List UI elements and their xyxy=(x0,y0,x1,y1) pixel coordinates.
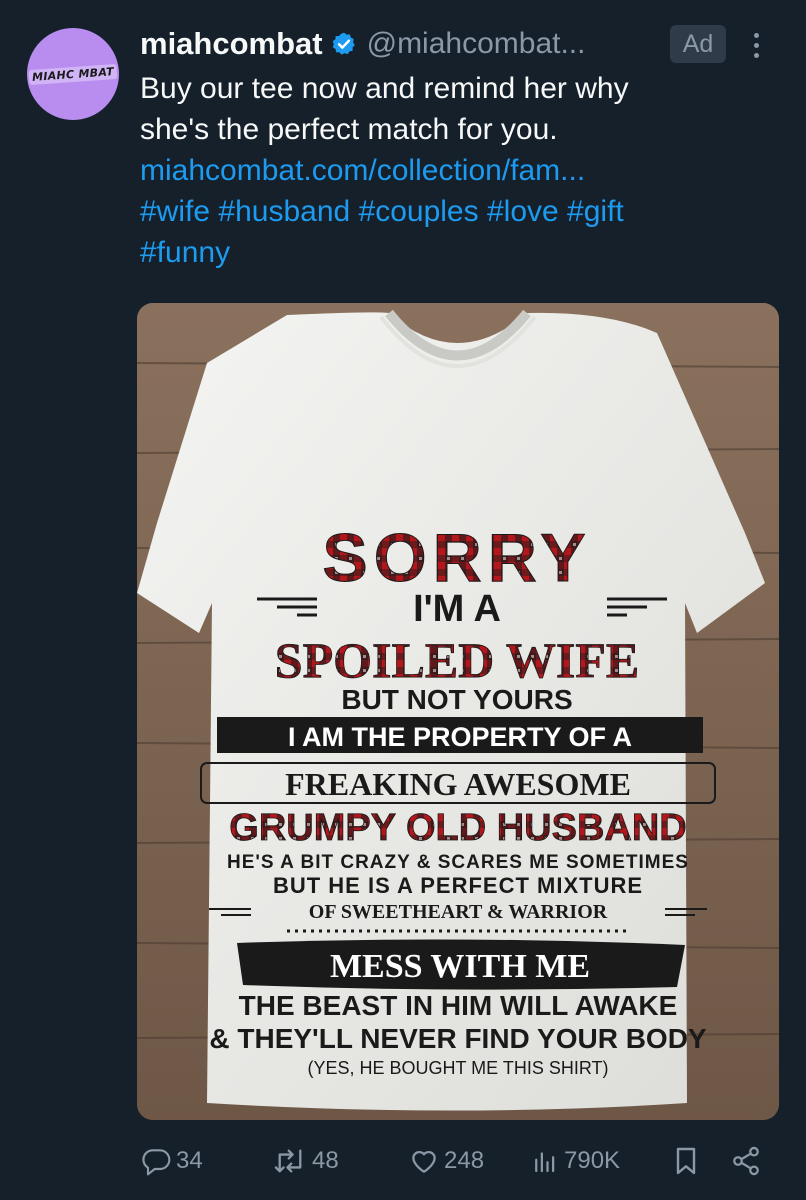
reply-button[interactable]: 34 xyxy=(140,1138,203,1184)
shirt-text-line: HE'S A BIT CRAZY & SCARES ME SOMETIMES xyxy=(227,852,689,873)
tweet-header: miahcombat @miahcombat... Ad xyxy=(140,22,786,66)
hashtag-link[interactable]: #couples xyxy=(359,195,479,228)
shirt-text-line: SORRY xyxy=(322,520,591,596)
bookmark-button[interactable] xyxy=(670,1138,702,1184)
tshirt-photo: SORRY I'M A SPOILED WIFE BUT NOT YOURS I… xyxy=(137,303,779,1120)
avatar-logo-text: MIAHC MBAT xyxy=(28,63,118,85)
shirt-text-line: (YES, HE BOUGHT ME THIS SHIRT) xyxy=(307,1058,608,1078)
views-button[interactable]: 790K xyxy=(530,1138,620,1184)
tweet-text-line: Buy our tee now and remind her why xyxy=(140,72,629,105)
tweet-media-image[interactable]: SORRY I'M A SPOILED WIFE BUT NOT YOURS I… xyxy=(137,303,779,1120)
shirt-text-line: MESS WITH ME xyxy=(330,948,590,985)
tweet-text: Buy our tee now and remind her why she's… xyxy=(140,68,780,273)
shirt-text-line: FREAKING AWESOME xyxy=(285,766,631,802)
shirt-text-line: SPOILED WIFE xyxy=(275,632,639,688)
shirt-text-line: I AM THE PROPERTY OF A xyxy=(288,722,632,752)
share-button[interactable] xyxy=(730,1138,762,1184)
shirt-text-line: GRUMPY OLD HUSBAND xyxy=(229,807,686,849)
views-icon xyxy=(530,1145,560,1177)
shirt-text-line: THE BEAST IN HIM WILL AWAKE xyxy=(239,990,678,1021)
avatar[interactable]: MIAHC MBAT xyxy=(27,28,119,120)
hashtag-link[interactable]: #funny xyxy=(140,236,230,269)
shirt-text-line: OF SWEETHEART & WARRIOR xyxy=(309,901,608,923)
shirt-text-line: I'M A xyxy=(413,588,501,630)
bookmark-icon xyxy=(670,1144,702,1178)
repost-icon xyxy=(272,1145,308,1177)
hashtag-link[interactable]: #gift xyxy=(567,195,624,228)
ad-badge: Ad xyxy=(670,25,726,63)
repost-button[interactable]: 48 xyxy=(272,1138,339,1184)
share-icon xyxy=(730,1145,762,1177)
hashtag-link[interactable]: #husband xyxy=(218,195,350,228)
handle[interactable]: @miahcombat... xyxy=(367,27,586,61)
views-count: 790K xyxy=(564,1147,621,1174)
shirt-text-line: BUT HE IS A PERFECT MIXTURE xyxy=(273,873,643,898)
display-name[interactable]: miahcombat xyxy=(140,26,323,62)
like-icon xyxy=(408,1145,440,1177)
tweet-link[interactable]: miahcombat.com/collection/fam... xyxy=(140,150,780,191)
reply-count: 34 xyxy=(176,1147,203,1174)
shirt-text-line: BUT NOT YOURS xyxy=(341,684,572,715)
tweet-text-line: she's the perfect match for you. xyxy=(140,113,558,146)
repost-count: 48 xyxy=(312,1147,339,1174)
like-count: 248 xyxy=(444,1147,485,1174)
hashtag-link[interactable]: #wife xyxy=(140,195,210,228)
shirt-text-line: & THEY'LL NEVER FIND YOUR BODY xyxy=(209,1023,707,1054)
hashtag-link[interactable]: #love xyxy=(487,195,559,228)
like-button[interactable]: 248 xyxy=(408,1138,484,1184)
more-icon[interactable] xyxy=(744,26,768,64)
verified-badge-icon xyxy=(331,31,357,57)
tweet-action-bar: 34 48 248 790K xyxy=(140,1138,780,1184)
reply-icon xyxy=(140,1145,172,1177)
